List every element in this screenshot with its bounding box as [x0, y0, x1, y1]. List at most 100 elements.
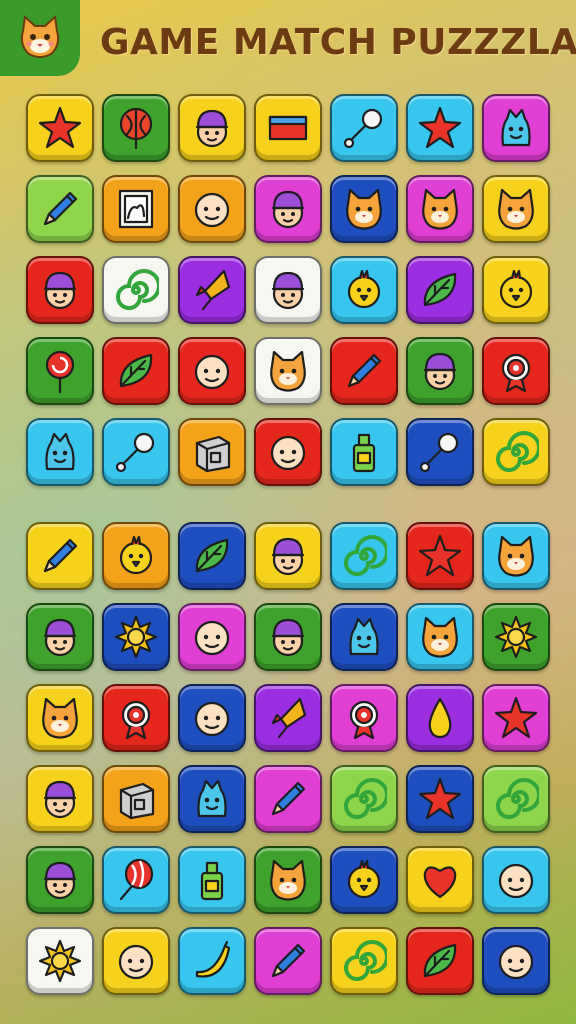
game-tile[interactable] [406, 684, 474, 752]
game-tile[interactable] [482, 522, 550, 590]
game-tile[interactable] [482, 684, 550, 752]
game-tile[interactable] [26, 418, 94, 486]
cat-face-icon [20, 15, 60, 58]
game-tile[interactable] [406, 522, 474, 590]
game-tile[interactable] [406, 175, 474, 243]
game-tile[interactable] [482, 337, 550, 405]
cat-icon [422, 188, 458, 230]
game-tile[interactable] [102, 765, 170, 833]
cat-icon [498, 188, 534, 230]
game-tile[interactable] [102, 337, 170, 405]
game-tile[interactable] [254, 256, 322, 324]
game-tile[interactable] [26, 765, 94, 833]
frame-icon [118, 189, 154, 229]
game-tile[interactable] [26, 522, 94, 590]
game-tile[interactable] [178, 94, 246, 162]
chick-icon [347, 859, 381, 899]
spiral-icon [344, 535, 387, 576]
game-tile[interactable] [254, 418, 322, 486]
game-tile[interactable] [102, 846, 170, 914]
game-tile[interactable] [26, 846, 94, 914]
game-tile[interactable] [406, 603, 474, 671]
game-tile[interactable] [102, 927, 170, 995]
game-tile[interactable] [102, 418, 170, 486]
game-tile[interactable] [330, 337, 398, 405]
monster-icon [501, 108, 531, 147]
game-tile[interactable] [330, 418, 398, 486]
game-tile[interactable] [254, 927, 322, 995]
face-hat-icon [271, 190, 305, 229]
game-tile[interactable] [254, 765, 322, 833]
game-tile[interactable] [26, 927, 94, 995]
game-tile[interactable] [26, 684, 94, 752]
leaf-icon [195, 538, 229, 573]
game-tile[interactable] [482, 418, 550, 486]
game-tile[interactable] [26, 603, 94, 671]
game-tile[interactable] [482, 256, 550, 324]
game-tile[interactable] [178, 927, 246, 995]
game-tile[interactable] [482, 175, 550, 243]
game-tile[interactable] [178, 765, 246, 833]
game-tile[interactable] [26, 175, 94, 243]
game-tile[interactable] [254, 175, 322, 243]
game-tile[interactable] [330, 846, 398, 914]
pencil-icon [43, 538, 78, 573]
game-tile[interactable] [178, 175, 246, 243]
game-tile[interactable] [26, 256, 94, 324]
game-tile[interactable] [102, 603, 170, 671]
game-tile[interactable] [406, 337, 474, 405]
game-tile[interactable] [102, 256, 170, 324]
face-icon [194, 620, 230, 656]
game-tile[interactable] [406, 256, 474, 324]
face-hat-icon [271, 537, 305, 576]
game-tile[interactable] [482, 846, 550, 914]
balloon-icon [119, 858, 154, 901]
game-tile[interactable] [330, 684, 398, 752]
game-tile[interactable] [178, 256, 246, 324]
game-tile[interactable] [406, 94, 474, 162]
game-tile[interactable] [330, 256, 398, 324]
rattle-icon [343, 108, 383, 149]
game-tile[interactable] [26, 337, 94, 405]
game-tile[interactable] [406, 846, 474, 914]
game-tile[interactable] [482, 94, 550, 162]
game-tile[interactable] [330, 175, 398, 243]
face-hat-icon [43, 861, 77, 900]
game-tile[interactable] [406, 927, 474, 995]
game-tile[interactable] [482, 927, 550, 995]
face-hat-icon [43, 780, 77, 819]
game-tile[interactable] [330, 927, 398, 995]
game-tile[interactable] [254, 522, 322, 590]
game-tile[interactable] [26, 94, 94, 162]
game-tile[interactable] [482, 603, 550, 671]
tree-icon [119, 107, 153, 150]
game-tile[interactable] [254, 94, 322, 162]
game-tile[interactable] [178, 337, 246, 405]
game-title: GAME MATCH PUZZZLA! [100, 22, 576, 63]
cat-icon [422, 616, 458, 658]
game-tile[interactable] [482, 765, 550, 833]
game-tile[interactable] [406, 418, 474, 486]
game-tile[interactable] [254, 337, 322, 405]
game-tile[interactable] [254, 684, 322, 752]
game-tile[interactable] [178, 418, 246, 486]
tile-board-bottom [26, 522, 554, 995]
game-tile[interactable] [254, 603, 322, 671]
game-tile[interactable] [330, 603, 398, 671]
game-tile[interactable] [330, 522, 398, 590]
app-logo[interactable] [0, 0, 80, 76]
game-tile[interactable] [102, 94, 170, 162]
game-tile[interactable] [330, 94, 398, 162]
game-tile[interactable] [178, 603, 246, 671]
game-tile[interactable] [178, 846, 246, 914]
bottle-icon [200, 861, 224, 901]
game-tile[interactable] [102, 684, 170, 752]
game-tile[interactable] [406, 765, 474, 833]
game-tile[interactable] [254, 846, 322, 914]
game-tile[interactable] [102, 522, 170, 590]
game-tile[interactable] [102, 175, 170, 243]
game-tile[interactable] [178, 522, 246, 590]
face-icon [194, 354, 230, 390]
game-tile[interactable] [178, 684, 246, 752]
game-tile[interactable] [330, 765, 398, 833]
